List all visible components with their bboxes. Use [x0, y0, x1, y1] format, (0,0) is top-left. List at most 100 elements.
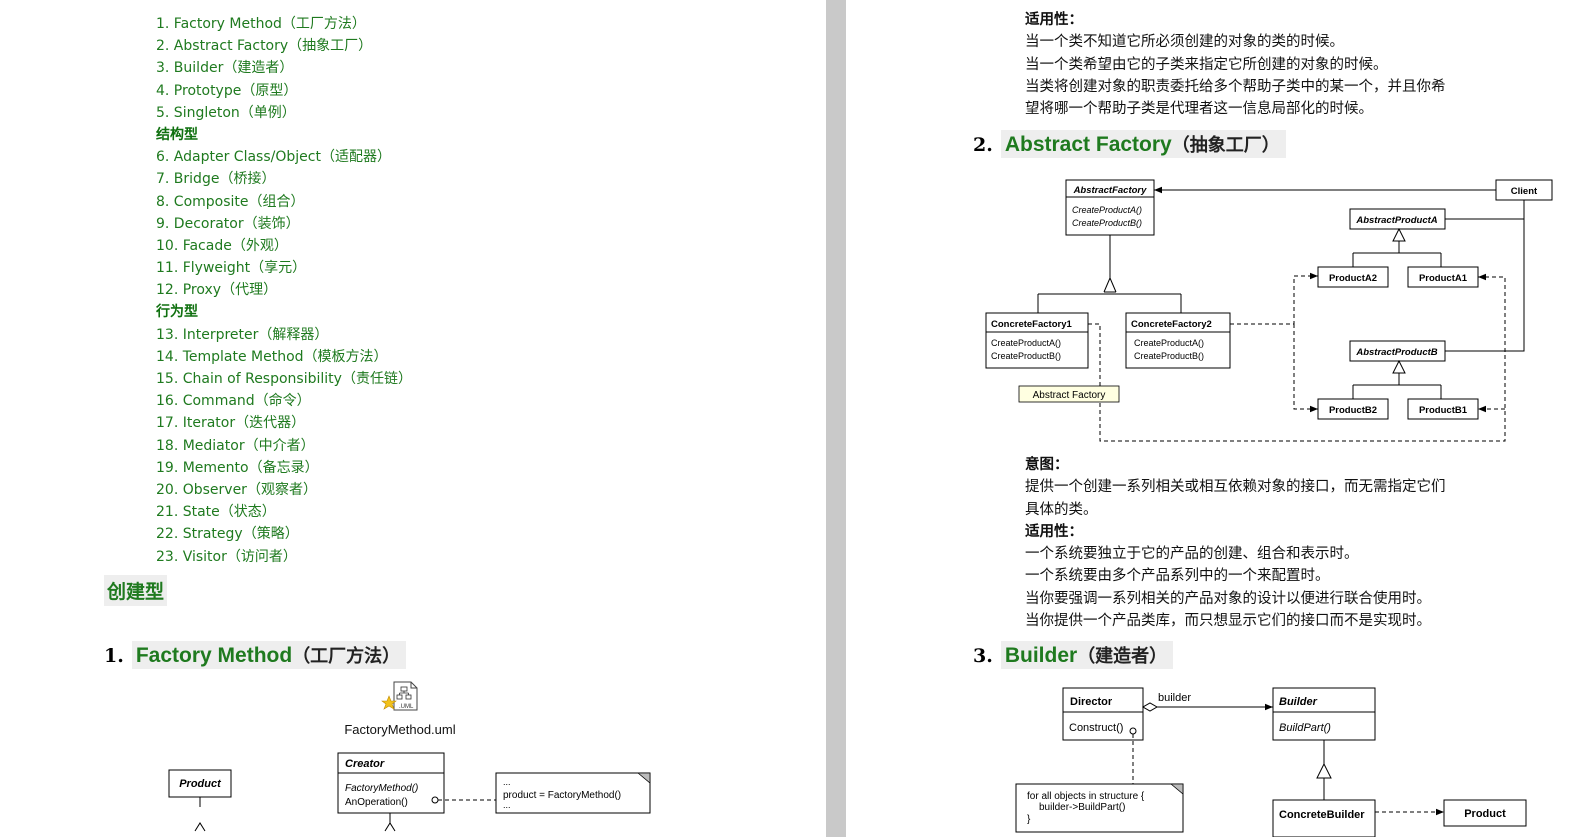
section-subtitle: （建造者）	[1077, 646, 1168, 667]
section-subtitle: （抽象工厂）	[1171, 135, 1280, 156]
creator-an-operation: AnOperation()	[345, 797, 408, 808]
creator-class-label: Creator	[345, 758, 385, 770]
product-label: Product	[1464, 808, 1506, 820]
concrete-factory-2-label: ConcreteFactory2	[1131, 319, 1212, 330]
chapter-heading: 创建型	[104, 575, 168, 606]
section-heading-abstract-factory: 2. Abstract Factory（抽象工厂）	[973, 130, 1286, 158]
note-line: product = FactoryMethod()	[503, 790, 621, 801]
section-title-box: Factory Method（工厂方法）	[131, 641, 407, 669]
abstract-factory-class: AbstractFactory CreateProductA() CreateP…	[1065, 179, 1155, 236]
section-number: 1.	[104, 645, 124, 667]
concrete-builder-label: ConcreteBuilder	[1279, 809, 1365, 821]
toc-item[interactable]: 21. State（状态）	[156, 501, 412, 523]
toc-item[interactable]: 18. Mediator（中介者）	[156, 435, 412, 457]
builder-build-part: BuildPart()	[1279, 722, 1331, 734]
toc-item[interactable]: 9. Decorator（装饰）	[156, 213, 412, 235]
abstract-factory-tag: Abstract Factory	[1018, 385, 1120, 403]
section-title-box: Builder（建造者）	[1000, 641, 1174, 669]
abstract-product-a-label: AbstractProductA	[1355, 215, 1437, 226]
cf1-create-product-b: CreateProductB()	[991, 351, 1061, 361]
builder-label: Builder	[1279, 696, 1318, 708]
applicability-line: 当你提供一个产品类库，而只想显示它们的接口而不是实现时。	[1025, 613, 1431, 630]
toc-item[interactable]: 11. Flyweight（享元）	[156, 257, 412, 279]
intent-title: 意图：	[1025, 457, 1069, 473]
creator-note: ... product = FactoryMethod() ...	[495, 772, 651, 814]
builder-role-label: builder	[1158, 692, 1191, 704]
toc-item[interactable]: 17. Iterator（迭代器）	[156, 412, 412, 434]
product-b1-label: ProductB1	[1419, 405, 1468, 416]
section-title: Abstract Factory	[1004, 133, 1172, 156]
applicability-line: 一个系统要独立于它的产品的创建、组合和表示时。	[1025, 546, 1359, 563]
toc-item[interactable]: 6. Adapter Class/Object（适配器）	[156, 146, 412, 168]
toc-item[interactable]: 3. Builder（建造者）	[156, 57, 412, 79]
uml-file-attachment[interactable]: .UML FactoryMethod.uml	[338, 680, 462, 737]
intent-line: 提供一个创建一系列相关或相互依赖对象的接口，而无需指定它们	[1025, 479, 1446, 496]
section-title: Factory Method	[135, 644, 293, 667]
section-subtitle: （工厂方法）	[292, 646, 401, 667]
product-b2-label: ProductB2	[1329, 405, 1377, 416]
toc-item[interactable]: 13. Interpreter（解释器）	[156, 324, 412, 346]
applicability-line: 当一个类不知道它所必须创建的对象的类的时候。	[1025, 34, 1344, 51]
tag-label: Abstract Factory	[1033, 390, 1106, 401]
abstract-product-b-class: AbstractProductB	[1349, 340, 1446, 399]
toc-item[interactable]: 15. Chain of Responsibility（责任链）	[156, 368, 412, 390]
creator-class: Creator FactoryMethod() AnOperation()	[337, 752, 496, 832]
applicability-line: 当你要强调一系列相关的产品对象的设计以便进行联合使用时。	[1025, 590, 1431, 607]
toc-item[interactable]: 7. Bridge（桥接）	[156, 168, 412, 190]
note-line: for all objects in structure {	[1027, 791, 1145, 802]
toc-item[interactable]: 4. Prototype（原型）	[156, 80, 412, 102]
section-heading-builder: 3. Builder（建造者）	[973, 641, 1174, 669]
toc-category[interactable]: 行为型	[156, 301, 412, 323]
client-label: Client	[1511, 186, 1538, 197]
section-heading-factory-method: 1. Factory Method（工厂方法）	[104, 641, 407, 669]
note-line: ...	[503, 777, 511, 787]
toc-category[interactable]: 结构型	[156, 124, 412, 146]
applicability-line: 望将哪一个帮助子类是代理者这一信息局部化的时候。	[1025, 101, 1373, 118]
builder-class: Builder BuildPart()	[1272, 687, 1376, 741]
abstract-factory-text: 意图： 提供一个创建一系列相关或相互依赖对象的接口，而无需指定它们 具体的类。 …	[1025, 454, 1446, 632]
concrete-factory-2-class: ConcreteFactory2 CreateProductA() Create…	[1125, 312, 1231, 369]
toc-item[interactable]: 2. Abstract Factory（抽象工厂）	[156, 35, 412, 57]
page-gap	[826, 0, 846, 837]
toc-item[interactable]: 23. Visitor（访问者）	[156, 546, 412, 568]
uml-file-name: FactoryMethod.uml	[344, 722, 456, 737]
create-product-b: CreateProductB()	[1072, 218, 1142, 228]
applicability-line: 当一个类希望由它的子类来指定它所创建的对象的时候。	[1025, 56, 1388, 73]
toc-item[interactable]: 16. Command（命令）	[156, 390, 412, 412]
toc-item[interactable]: 20. Observer（观察者）	[156, 479, 412, 501]
applicability-line: 当类将创建对象的职责委托给多个帮助子类中的某一个，并且你希	[1025, 78, 1446, 95]
section-title: Builder	[1004, 644, 1078, 667]
toc-item[interactable]: 22. Strategy（策略）	[156, 523, 412, 545]
applicability-title: 适用性：	[1025, 12, 1083, 28]
cf1-create-product-a: CreateProductA()	[991, 338, 1061, 348]
product-a1-class: ProductA1	[1407, 266, 1479, 288]
abstract-factory-label: AbstractFactory	[1073, 185, 1148, 196]
document-page-right: 适用性： 当一个类不知道它所必须创建的对象的类的时候。 当一个类希望由它的子类来…	[846, 0, 1577, 837]
note-line: ...	[503, 800, 511, 810]
toc-item[interactable]: 14. Template Method（模板方法）	[156, 346, 412, 368]
factory-method-diagram: Product Creator FactoryMethod() AnOperat…	[168, 752, 651, 832]
toc-item[interactable]: 5. Singleton（单例）	[156, 102, 412, 124]
builder-diagram: Director Construct() builder Builder Bui…	[1015, 687, 1527, 837]
product-a2-class: ProductA2	[1317, 266, 1389, 288]
product-class: Product	[168, 769, 232, 832]
factory-method-applicability: 适用性： 当一个类不知道它所必须创建的对象的类的时候。 当一个类希望由它的子类来…	[1025, 9, 1446, 120]
section-number: 3.	[973, 645, 993, 667]
product-class: Product	[1443, 799, 1527, 827]
toc-item[interactable]: 8. Composite（组合）	[156, 191, 412, 213]
section-title-box: Abstract Factory（抽象工厂）	[1000, 130, 1286, 158]
product-b2-class: ProductB2	[1317, 398, 1389, 420]
abstract-factory-diagram: AbstractFactory CreateProductA() CreateP…	[985, 179, 1553, 442]
uml-file-icon: .UML	[381, 681, 418, 711]
table-of-contents: 1. Factory Method（工厂方法） 2. Abstract Fact…	[156, 13, 412, 568]
toc-item[interactable]: 1. Factory Method（工厂方法）	[156, 13, 412, 35]
product-class-label: Product	[179, 778, 222, 790]
document-page-left: 1. Factory Method（工厂方法） 2. Abstract Fact…	[0, 0, 826, 837]
abstract-product-b-label: AbstractProductB	[1355, 347, 1437, 358]
toc-item[interactable]: 10. Facade（外观）	[156, 235, 412, 257]
note-line: builder->BuildPart()	[1039, 802, 1125, 813]
toc-item[interactable]: 12. Proxy（代理）	[156, 279, 412, 301]
toc-item[interactable]: 19. Memento（备忘录）	[156, 457, 412, 479]
concrete-factory-1-label: ConcreteFactory1	[991, 319, 1072, 330]
product-b1-class: ProductB1	[1407, 398, 1479, 420]
